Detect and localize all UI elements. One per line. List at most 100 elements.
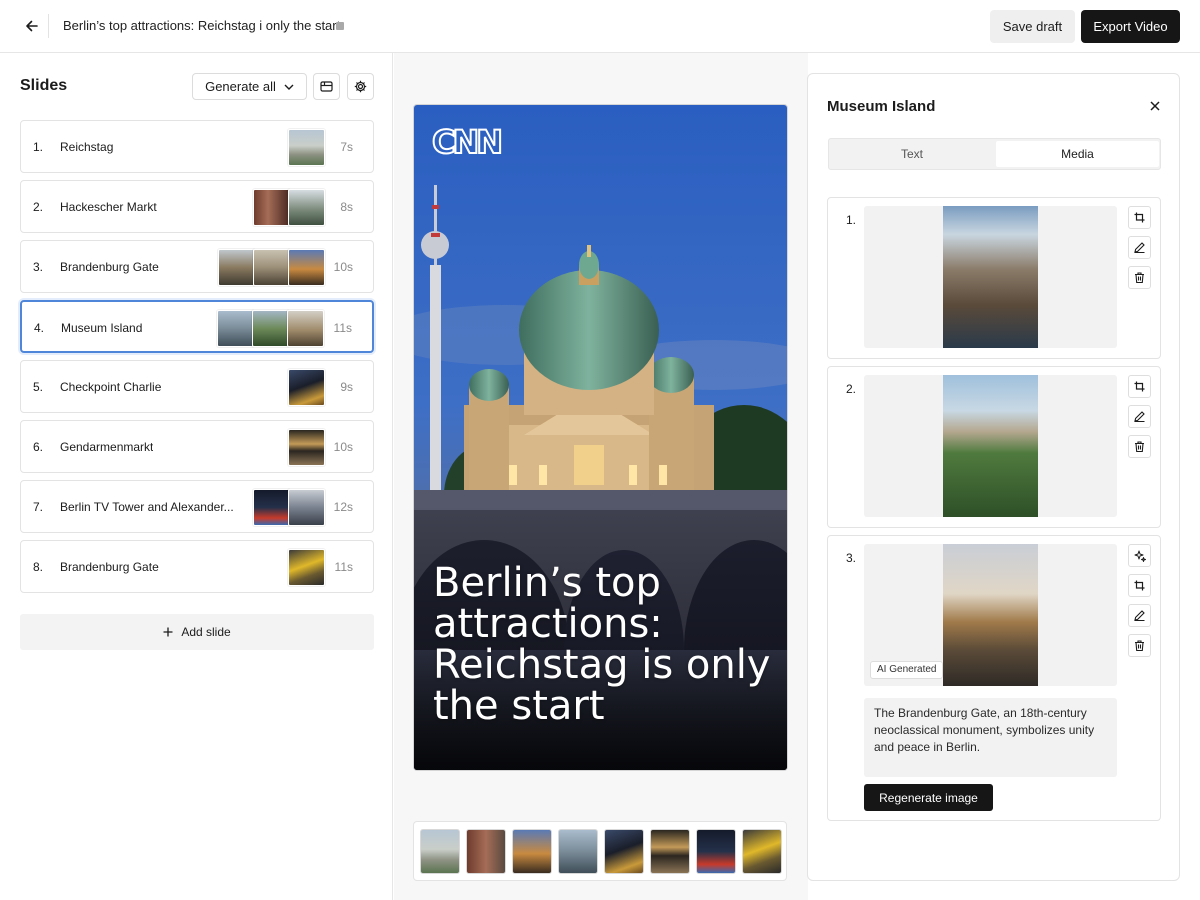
filmstrip-thumbnail[interactable] [742, 828, 782, 874]
media-card: 3. AI Generated The Brandenburg Gate, an… [827, 535, 1161, 821]
filmstrip [413, 821, 787, 881]
slide-number: 7. [33, 500, 44, 514]
media-image[interactable] [943, 375, 1038, 517]
cnn-logo: CNN [432, 123, 504, 159]
export-video-button[interactable]: Export Video [1081, 10, 1180, 43]
settings-button[interactable] [347, 73, 374, 100]
slides-heading: Slides [20, 77, 68, 94]
slide-name: Reichstag [60, 140, 114, 154]
tab-bar: Text Media [828, 138, 1161, 170]
slide-thumbnail [218, 249, 255, 286]
filmstrip-thumbnail[interactable] [650, 828, 690, 874]
crop-icon[interactable] [1128, 375, 1151, 398]
svg-text:CNN: CNN [432, 123, 500, 159]
slide-item[interactable]: 8. Brandenburg Gate 11s [20, 540, 374, 593]
slide-duration: 8s [340, 200, 353, 214]
slide-thumbnail [288, 129, 325, 166]
slide-item[interactable]: 2. Hackescher Markt 8s [20, 180, 374, 233]
slide-thumbnail [253, 489, 290, 526]
slide-number: 4. [34, 321, 45, 335]
filmstrip-thumbnail[interactable] [604, 828, 644, 874]
slide-list: 1. Reichstag 7s 2. Hackescher Markt 8s 3… [20, 120, 374, 600]
edit-pencil-icon[interactable] [1128, 405, 1151, 428]
generate-all-dropdown[interactable]: Generate all [192, 73, 307, 100]
trash-icon[interactable] [1128, 266, 1151, 289]
slide-name: Gendarmenmarkt [60, 440, 154, 454]
slide-duration: 10s [333, 440, 353, 454]
filmstrip-thumbnail[interactable] [558, 828, 598, 874]
slide-thumbnail [288, 489, 325, 526]
media-number: 2. [846, 382, 857, 396]
add-slide-button[interactable]: Add slide [20, 614, 374, 650]
video-title-overlay: Berlin’s top attractions: Reichstag is o… [433, 560, 771, 729]
media-library-button[interactable] [313, 73, 340, 100]
slide-item[interactable]: 3. Brandenburg Gate 10s [20, 240, 374, 293]
slide-duration: 12s [333, 500, 353, 514]
slide-item[interactable]: 7. Berlin TV Tower and Alexander... 12s [20, 480, 374, 533]
slide-name: Checkpoint Charlie [60, 380, 162, 394]
edit-pencil-icon[interactable] [1128, 604, 1151, 627]
slide-thumbnail [288, 429, 325, 466]
media-image[interactable] [943, 206, 1038, 348]
film-icon [320, 81, 333, 92]
save-status-indicator [336, 22, 344, 30]
trash-icon[interactable] [1128, 634, 1151, 657]
slide-number: 5. [33, 380, 44, 394]
slide-thumbnail [288, 549, 325, 586]
top-bar: Berlin’s top attractions: Reichstag i on… [0, 0, 1200, 53]
slide-thumbnail [288, 369, 325, 406]
slide-item-active[interactable]: 4. Museum Island 11s [20, 300, 374, 353]
save-draft-button[interactable]: Save draft [990, 10, 1075, 43]
slide-duration: 9s [340, 380, 353, 394]
add-slide-label: Add slide [181, 625, 231, 639]
filmstrip-thumbnail[interactable] [466, 828, 506, 874]
media-number: 3. [846, 551, 857, 565]
slide-thumbnail [288, 249, 325, 286]
edit-pencil-icon[interactable] [1128, 236, 1151, 259]
media-card: 1. [827, 197, 1161, 359]
gear-icon [354, 80, 367, 93]
top-divider [48, 14, 49, 38]
media-image[interactable] [943, 544, 1038, 686]
slide-thumbnail [253, 189, 290, 226]
slide-duration: 11s [334, 560, 353, 574]
tab-text[interactable]: Text [831, 141, 993, 167]
slide-name: Berlin TV Tower and Alexander... [60, 500, 234, 514]
slide-thumbnail [253, 249, 290, 286]
slide-duration: 10s [333, 260, 353, 274]
filmstrip-thumbnail[interactable] [420, 828, 460, 874]
media-card: 2. [827, 366, 1161, 528]
trash-icon[interactable] [1128, 435, 1151, 458]
slide-thumbnail [252, 310, 289, 347]
panel-title: Museum Island [827, 98, 936, 115]
image-caption-field[interactable]: The Brandenburg Gate, an 18th-century ne… [864, 698, 1117, 777]
document-title[interactable]: Berlin’s top attractions: Reichstag i on… [63, 18, 340, 33]
slide-detail-panel: Museum Island Text Media 1. 2. 3. AI Gen… [807, 73, 1180, 881]
slide-number: 6. [33, 440, 44, 454]
plus-icon [163, 627, 173, 637]
filmstrip-thumbnail[interactable] [696, 828, 736, 874]
regenerate-image-button[interactable]: Regenerate image [864, 784, 993, 811]
preview-area: CNN Berlin’s top attractions: Reichstag … [394, 53, 808, 900]
crop-icon[interactable] [1128, 574, 1151, 597]
slide-number: 3. [33, 260, 44, 274]
slide-name: Museum Island [61, 321, 143, 335]
slide-number: 8. [33, 560, 44, 574]
slide-item[interactable]: 5. Checkpoint Charlie 9s [20, 360, 374, 413]
slide-name: Hackescher Markt [60, 200, 157, 214]
back-arrow-icon[interactable] [20, 14, 44, 38]
close-icon[interactable] [1145, 96, 1165, 116]
tab-media[interactable]: Media [996, 141, 1159, 167]
slide-item[interactable]: 1. Reichstag 7s [20, 120, 374, 173]
sparkle-icon[interactable] [1128, 544, 1151, 567]
video-preview[interactable]: CNN Berlin’s top attractions: Reichstag … [413, 104, 788, 771]
crop-icon[interactable] [1128, 206, 1151, 229]
slide-number: 2. [33, 200, 44, 214]
slide-name: Brandenburg Gate [60, 260, 159, 274]
slide-thumbnail [288, 189, 325, 226]
slide-number: 1. [33, 140, 44, 154]
slide-item[interactable]: 6. Gendarmenmarkt 10s [20, 420, 374, 473]
slide-thumbnail [217, 310, 254, 347]
filmstrip-thumbnail[interactable] [512, 828, 552, 874]
slide-name: Brandenburg Gate [60, 560, 159, 574]
